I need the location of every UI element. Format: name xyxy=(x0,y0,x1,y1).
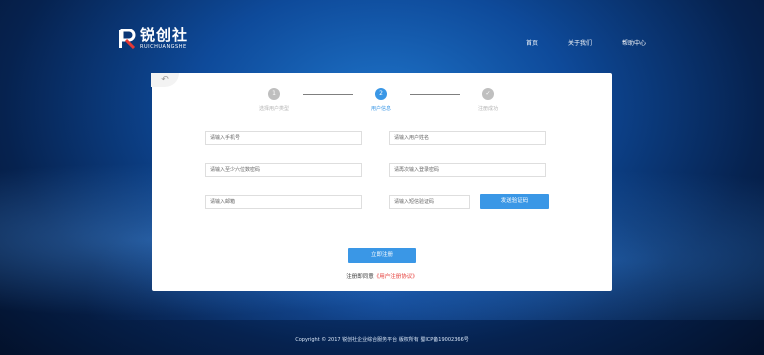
header: 锐创社 RUICHUANGSHE 首页 关于我们 帮助中心 xyxy=(0,0,764,70)
register-button[interactable]: 立即注册 xyxy=(348,248,416,263)
footer-copyright: Copyright © 2017 锐创社企业综合服务平台 版权所有 蜀ICP备1… xyxy=(295,337,469,343)
step-1-label: 选择用户类型 xyxy=(258,106,289,112)
step-line-2 xyxy=(410,94,460,95)
step-3-check-icon: ✓ xyxy=(482,88,494,100)
logo[interactable]: 锐创社 RUICHUANGSHE xyxy=(118,28,188,50)
agreement-text: 注册即同意《用户注册协议》 xyxy=(152,272,612,280)
step-2: 2 用户信息 xyxy=(351,88,411,112)
back-icon[interactable]: ↶ xyxy=(151,73,179,87)
password-input[interactable]: 请输入至少六位数密码 xyxy=(205,163,362,177)
phone-input[interactable]: 请输入手机号 xyxy=(205,131,362,145)
step-2-label: 用户信息 xyxy=(370,106,391,112)
username-input[interactable]: 请输入用户姓名 xyxy=(389,131,546,145)
send-code-button[interactable]: 发送验证码 xyxy=(480,194,549,209)
step-3: ✓ 注册成功 xyxy=(458,88,518,112)
nav-about[interactable]: 关于我们 xyxy=(568,38,592,47)
step-indicator: 1 选择用户类型 2 用户信息 ✓ 注册成功 xyxy=(152,88,612,118)
agreement-link[interactable]: 《用户注册协议》 xyxy=(374,274,418,280)
register-card: ↶ 1 选择用户类型 2 用户信息 ✓ 注册成功 请输入手机号 请输入用户姓名 … xyxy=(151,73,612,291)
step-2-number: 2 xyxy=(375,88,387,100)
email-input[interactable]: 请输入邮箱 xyxy=(205,195,362,209)
agreement-prefix: 注册即同意 xyxy=(346,274,374,280)
step-line-1 xyxy=(303,94,353,95)
step-1: 1 选择用户类型 xyxy=(244,88,304,112)
step-1-number: 1 xyxy=(268,88,280,100)
brand-name-cn: 锐创社 xyxy=(140,26,189,44)
nav-help[interactable]: 帮助中心 xyxy=(622,38,646,47)
confirm-password-input[interactable]: 请再次输入登录密码 xyxy=(389,163,546,177)
brand-name-en: RUICHUANGSHE xyxy=(140,44,187,50)
step-3-label: 注册成功 xyxy=(477,106,498,112)
nav-home[interactable]: 首页 xyxy=(526,38,538,47)
top-nav: 首页 关于我们 帮助中心 xyxy=(496,38,646,47)
sms-code-input[interactable]: 请输入短信验证码 xyxy=(389,195,470,209)
logo-mark-icon xyxy=(118,29,136,49)
